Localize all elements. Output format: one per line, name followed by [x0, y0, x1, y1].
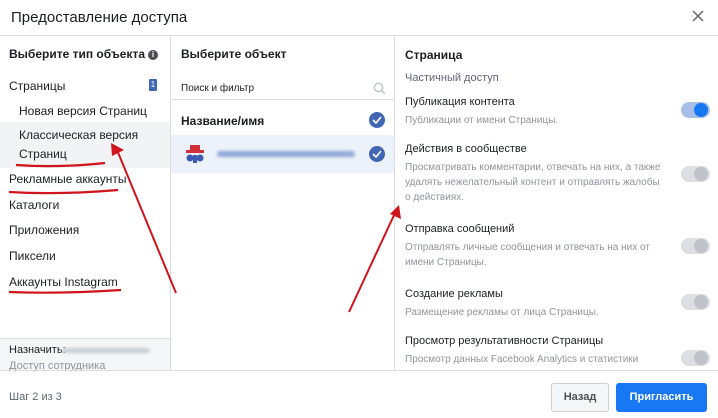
object-header: Выберите объект — [181, 47, 287, 61]
search-box[interactable]: Поиск и фильтр — [171, 76, 394, 100]
toggle-ads[interactable] — [681, 294, 710, 310]
assign-panel: Назначить: Доступ сотрудника — [0, 338, 170, 372]
back-button[interactable]: Назад — [551, 383, 609, 412]
permission-title-insights: Просмотр результативности Страницы — [405, 335, 604, 347]
object-type-item-catalogs[interactable]: Каталоги — [9, 198, 59, 212]
permission-desc-ads: Размещение рекламы от лица Страницы. — [405, 307, 599, 318]
search-icon — [373, 82, 386, 100]
object-type-item-ad-accounts[interactable]: Рекламные аккаунты — [9, 172, 126, 186]
assign-label: Назначить: — [9, 344, 66, 356]
permission-title-publish: Публикация контента — [405, 96, 515, 108]
page-row[interactable] — [171, 135, 394, 173]
permission-desc-messages: Отправлять личные сообщения и отвечать н… — [405, 242, 650, 268]
permission-desc-insights: Просмотр данных Facebook Analytics и ста… — [405, 354, 639, 365]
permission-title-messages: Отправка сообщений — [405, 223, 515, 235]
pages-item[interactable]: Страницы — [9, 79, 65, 93]
share-access-dialog: Предоставление доступа Выберите тип объе… — [0, 0, 718, 418]
page-logo-icon — [184, 144, 206, 169]
toggle-publish[interactable] — [681, 102, 710, 118]
object-type-column: Выберите тип объекта i Страницы 1 Новая в… — [0, 36, 171, 372]
object-column: Выберите объект Поиск и фильтр Название/… — [171, 36, 395, 370]
toggle-community[interactable] — [681, 166, 710, 182]
invite-button[interactable]: Пригласить — [616, 383, 707, 412]
toggle-insights[interactable] — [681, 350, 710, 366]
info-icon[interactable]: i — [148, 50, 158, 60]
toggle-knob — [694, 239, 708, 253]
object-type-header-text: Выберите тип объекта — [9, 47, 145, 61]
toggle-messages[interactable] — [681, 238, 710, 254]
permissions-header: Страница — [405, 48, 463, 62]
toggle-knob — [694, 103, 708, 117]
dialog-title: Предоставление доступа — [11, 9, 188, 26]
permissions-column: Страница Частичный доступ Публикация кон… — [395, 36, 718, 370]
classic-version-pages-item[interactable]: Классическая версия Страниц — [19, 126, 149, 164]
toggle-knob — [694, 167, 708, 181]
name-column-header: Название/имя — [181, 114, 265, 128]
pages-count-badge: 1 — [149, 79, 157, 91]
permission-desc-publish: Публикации от имени Страницы. — [405, 115, 559, 126]
new-version-pages-item[interactable]: Новая версия Страниц — [19, 102, 147, 121]
object-type-item-pixels[interactable]: Пиксели — [9, 249, 56, 263]
object-type-item-instagram[interactable]: Аккаунты Instagram — [9, 275, 118, 289]
close-icon[interactable] — [690, 8, 706, 24]
toggle-knob — [694, 351, 708, 365]
object-type-header: Выберите тип объекта i — [9, 47, 158, 61]
object-type-item-apps[interactable]: Приложения — [9, 223, 79, 237]
page-name-redacted — [217, 151, 355, 157]
partial-access-label: Частичный доступ — [405, 72, 499, 84]
permission-title-community: Действия в сообществе — [405, 143, 527, 155]
toggle-knob — [694, 295, 708, 309]
select-all-check-icon[interactable] — [369, 112, 385, 128]
page-selected-check-icon[interactable] — [369, 146, 385, 162]
step-indicator: Шаг 2 из 3 — [9, 391, 62, 403]
assignee-redacted — [62, 348, 150, 353]
permission-desc-community: Просматривать комментарии, отвечать на н… — [405, 162, 661, 203]
permission-title-ads: Создание рекламы — [405, 288, 503, 300]
dialog-header: Предоставление доступа — [0, 0, 718, 36]
search-input[interactable]: Поиск и фильтр — [181, 83, 254, 94]
dialog-footer: Шаг 2 из 3 Назад Пригласить — [0, 370, 718, 418]
